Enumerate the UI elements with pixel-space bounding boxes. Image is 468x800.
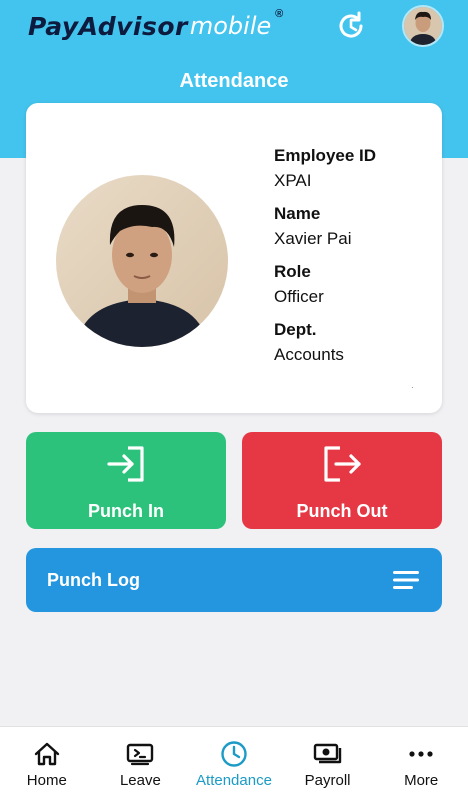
dept-value: Accounts: [274, 345, 344, 364]
refresh-button[interactable]: [333, 8, 369, 44]
employee-id-label: Employee ID: [274, 146, 377, 165]
nav-label-home: Home: [26, 772, 67, 789]
page-title: Attendance: [179, 70, 289, 92]
nav-label-more: More: [404, 772, 439, 789]
bottom-nav: Home Leave Attendance Payroll More: [0, 726, 468, 800]
dept-row: Dept. Accounts: [274, 319, 434, 366]
nav-item-payroll[interactable]: Payroll: [281, 727, 375, 800]
profile-card: Employee ID XPAI Name Xavier Pai Role Of…: [26, 103, 442, 413]
profile-photo: [56, 175, 228, 347]
dept-label: Dept.: [274, 320, 317, 339]
nav-label-payroll: Payroll: [304, 772, 351, 789]
logo-registered-mark: ®: [275, 8, 284, 20]
name-value: Xavier Pai: [274, 229, 352, 248]
nav-item-leave[interactable]: Leave: [94, 727, 188, 800]
punch-in-label: Punch In: [88, 501, 164, 521]
app-logo: PayAdvisor mobile ®: [28, 4, 283, 48]
punch-out-label: Punch Out: [296, 501, 388, 521]
card-dot: ·: [411, 383, 414, 392]
punch-out-button[interactable]: Punch Out: [242, 432, 442, 529]
menu-lines-icon: [393, 571, 419, 589]
clock-icon: [219, 740, 249, 768]
home-icon: [32, 740, 62, 768]
more-icon: [406, 740, 436, 768]
refresh-icon: [339, 11, 363, 38]
role-label: Role: [274, 262, 311, 281]
user-avatar[interactable]: [402, 5, 444, 47]
logo-text: PayAdvisor: [28, 11, 188, 41]
employee-id-row: Employee ID XPAI: [274, 145, 434, 192]
login-icon: [106, 446, 146, 482]
role-value: Officer: [274, 287, 324, 306]
money-icon: [313, 740, 343, 768]
nav-item-attendance[interactable]: Attendance: [187, 727, 281, 800]
name-label: Name: [274, 204, 321, 223]
leave-icon: [125, 740, 155, 768]
logout-icon: [322, 446, 362, 482]
nav-label-attendance: Attendance: [196, 772, 272, 789]
nav-item-home[interactable]: Home: [0, 727, 94, 800]
employee-info: Employee ID XPAI Name Xavier Pai Role Of…: [274, 145, 434, 377]
logo-suffix: mobile: [189, 12, 272, 40]
nav-label-leave: Leave: [119, 772, 161, 789]
name-row: Name Xavier Pai: [274, 203, 434, 250]
employee-id-value: XPAI: [274, 171, 312, 190]
avatar-image: [404, 7, 442, 45]
role-row: Role Officer: [274, 261, 434, 308]
punch-log-button[interactable]: Punch Log: [26, 548, 442, 612]
punch-in-button[interactable]: Punch In: [26, 432, 226, 529]
punch-log-label: Punch Log: [47, 570, 140, 590]
nav-item-more[interactable]: More: [374, 727, 468, 800]
